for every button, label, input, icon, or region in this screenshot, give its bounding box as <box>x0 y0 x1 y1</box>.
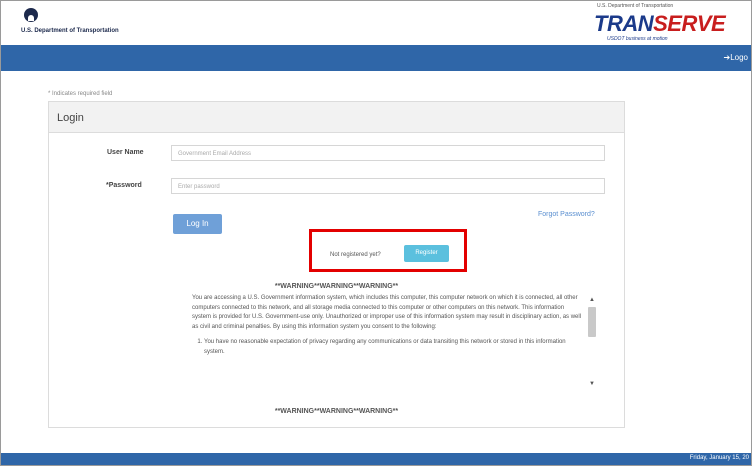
required-field-note: * Indicates required field <box>48 91 113 97</box>
warning-paragraph: You are accessing a U.S. Government info… <box>192 295 582 330</box>
password-label: *Password <box>106 182 142 189</box>
logout-label: Logo <box>730 53 748 62</box>
site-footer: Friday, January 15, 20 <box>1 453 751 465</box>
password-input[interactable]: Enter password <box>171 178 605 194</box>
browser-frame: U.S. Department of Transportation U.S. D… <box>0 0 752 466</box>
warning-item-1: You have no reasonable expectation of pr… <box>204 338 584 357</box>
register-prompt: Not registered yet? <box>330 252 381 258</box>
dot-agency-label: U.S. Department of Transportation <box>21 28 119 34</box>
scroll-up-icon[interactable]: ▲ <box>587 297 597 305</box>
logout-link[interactable]: ➔Logo <box>724 53 749 62</box>
forgot-password-link[interactable]: Forgot Password? <box>538 211 595 218</box>
logo-tagline: USDOT business at motion <box>607 36 668 42</box>
footer-date: Friday, January 15, 20 <box>689 455 749 461</box>
transerve-logo: TRANSERVE <box>594 11 726 37</box>
dot-seal-icon <box>24 8 38 22</box>
warning-title-top: **WARNING**WARNING**WARNING** <box>274 283 399 290</box>
login-panel-header: Login <box>49 102 624 133</box>
warning-textbox[interactable]: You are accessing a U.S. Government info… <box>192 294 602 411</box>
warning-scrollbar[interactable]: ▲ ▼ <box>587 297 597 391</box>
login-panel: Login User Name Government Email Address… <box>48 101 625 428</box>
warning-list: You have no reasonable expectation of pr… <box>204 338 602 357</box>
logo-part-tran: TRAN <box>594 11 654 36</box>
warning-title-bottom: **WARNING**WARNING**WARNING** <box>274 408 399 415</box>
top-navbar: ➔Logo <box>1 45 751 71</box>
transerve-agency-line: U.S. Department of Transportation <box>597 3 674 9</box>
username-input[interactable]: Government Email Address <box>171 145 605 161</box>
scroll-down-icon[interactable]: ▼ <box>587 381 597 389</box>
scroll-thumb[interactable] <box>588 307 596 337</box>
logo-part-serve: SERVE <box>653 11 726 36</box>
username-label: User Name <box>107 149 144 156</box>
register-button[interactable]: Register <box>404 245 449 262</box>
login-button[interactable]: Log In <box>173 214 222 234</box>
site-header: U.S. Department of Transportation U.S. D… <box>1 1 751 45</box>
panel-title: Login <box>57 112 84 124</box>
